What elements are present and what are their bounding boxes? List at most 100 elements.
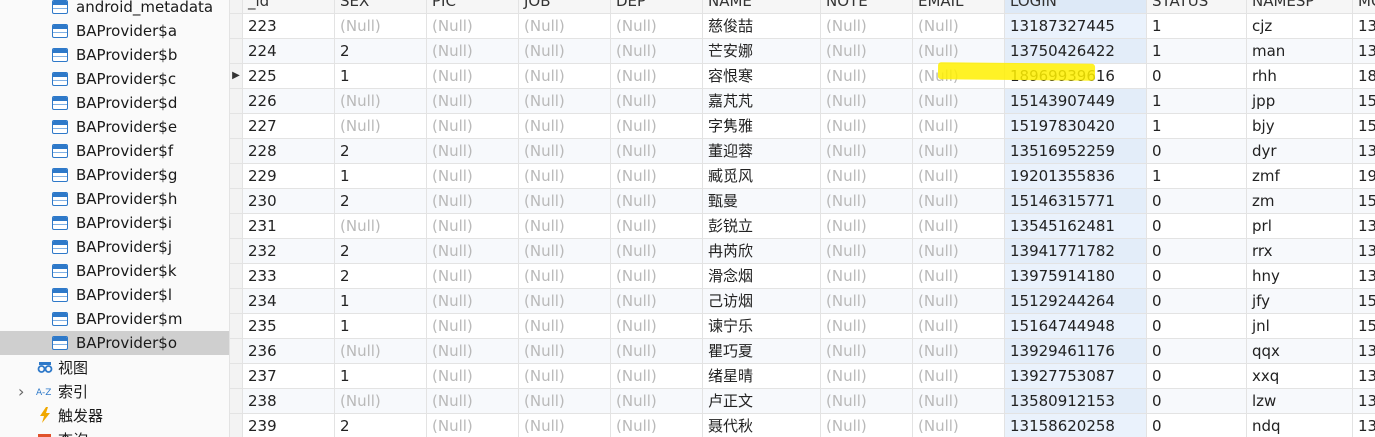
table-cell[interactable]: (Null) (426, 388, 519, 414)
table-cell[interactable]: 甄曼 (702, 188, 821, 214)
table-cell[interactable]: (Null) (426, 138, 519, 164)
table-cell[interactable]: (Null) (518, 338, 611, 364)
table-cell[interactable]: (Null) (610, 113, 703, 139)
table-row[interactable]: 237 1 (Null) (Null) (Null) 绪星晴 (Null) (Null) 139… (229, 363, 1375, 389)
table-cell[interactable]: (Null) (820, 413, 913, 437)
table-cell[interactable]: (Null) (426, 263, 519, 289)
table-cell[interactable]: (Null) (518, 263, 611, 289)
table-cell[interactable]: (Null) (820, 138, 913, 164)
table-cell[interactable]: prl (1246, 213, 1353, 239)
column-header[interactable]: EMAIL (912, 0, 1005, 14)
table-cell[interactable]: (Null) (610, 163, 703, 189)
table-cell[interactable]: (Null) (912, 188, 1005, 214)
table-cell[interactable]: (Null) (820, 38, 913, 64)
table-cell[interactable]: (Null) (610, 263, 703, 289)
table-cell[interactable]: 董迎蓉 (702, 138, 821, 164)
table-cell[interactable]: (Null) (518, 13, 611, 39)
table-cell[interactable]: 15164744948 (1352, 313, 1375, 339)
table-cell[interactable]: 227 (242, 113, 335, 139)
table-cell[interactable]: (Null) (820, 88, 913, 114)
table-cell[interactable]: (Null) (334, 113, 427, 139)
table-cell[interactable]: 13927753087 (1004, 363, 1147, 389)
table-row[interactable]: 236 (Null) (Null) (Null) (Null) 瞿巧夏 (Null) (Nul… (229, 338, 1375, 364)
row-marker[interactable] (229, 263, 243, 289)
table-cell[interactable]: 卢正文 (702, 388, 821, 414)
table-cell[interactable]: (Null) (426, 13, 519, 39)
table-cell[interactable]: 0 (1146, 213, 1247, 239)
table-cell[interactable]: xxq (1246, 363, 1353, 389)
table-cell[interactable]: (Null) (820, 163, 913, 189)
table-cell[interactable]: 13158620258 (1004, 413, 1147, 437)
table-cell[interactable]: bjy (1246, 113, 1353, 139)
table-cell[interactable]: (Null) (820, 63, 913, 89)
table-cell[interactable]: 瞿巧夏 (702, 338, 821, 364)
row-marker[interactable] (229, 113, 243, 139)
table-cell[interactable]: (Null) (912, 363, 1005, 389)
tree-category-query[interactable]: 查询 (0, 427, 229, 437)
table-cell[interactable]: 0 (1146, 138, 1247, 164)
table-cell[interactable]: 0 (1146, 363, 1247, 389)
table-cell[interactable]: 慈俊喆 (702, 13, 821, 39)
table-cell[interactable]: (Null) (912, 313, 1005, 339)
table-cell[interactable]: (Null) (518, 413, 611, 437)
tree-item-table[interactable]: BAProvider$l (0, 283, 229, 307)
table-cell[interactable]: rhh (1246, 63, 1353, 89)
table-cell[interactable]: 237 (242, 363, 335, 389)
table-cell[interactable]: rrx (1246, 238, 1353, 264)
table-cell[interactable]: 13750426422 (1352, 38, 1375, 64)
table-row[interactable]: 230 2 (Null) (Null) (Null) 甄曼 (Null) (Null) 1514… (229, 188, 1375, 214)
table-cell[interactable]: (Null) (426, 113, 519, 139)
table-cell[interactable]: (Null) (426, 238, 519, 264)
table-cell[interactable]: 0 (1146, 338, 1247, 364)
table-cell[interactable]: (Null) (518, 63, 611, 89)
table-cell[interactable]: cjz (1246, 13, 1353, 39)
column-header[interactable]: MOBILE (1352, 0, 1375, 14)
row-marker[interactable] (229, 413, 243, 437)
table-cell[interactable]: (Null) (426, 338, 519, 364)
table-cell[interactable]: 15197830420 (1004, 113, 1147, 139)
table-cell[interactable]: (Null) (912, 238, 1005, 264)
column-header[interactable]: NOTE (820, 0, 913, 14)
tree-category-sort-az[interactable]: › A-Z 索引 (0, 379, 229, 403)
table-row[interactable]: ▶ 225 1 (Null) (Null) (Null) 容恨寒 (Null) (Null) 18… (229, 63, 1375, 89)
table-cell[interactable]: zm (1246, 188, 1353, 214)
table-cell[interactable]: 13975914180 (1352, 263, 1375, 289)
table-cell[interactable]: 13187327445 (1004, 13, 1147, 39)
table-cell[interactable]: 2 (334, 38, 427, 64)
table-cell[interactable]: 13158620258 (1352, 413, 1375, 437)
table-cell[interactable]: 239 (242, 413, 335, 437)
table-cell[interactable]: (Null) (912, 413, 1005, 437)
table-cell[interactable]: (Null) (610, 288, 703, 314)
table-cell[interactable]: 13516952259 (1352, 138, 1375, 164)
column-header[interactable]: SEX (334, 0, 427, 14)
tree-item-table[interactable]: BAProvider$g (0, 163, 229, 187)
table-cell[interactable]: (Null) (334, 338, 427, 364)
table-cell[interactable]: (Null) (610, 138, 703, 164)
table-cell[interactable]: jfy (1246, 288, 1353, 314)
table-cell[interactable]: (Null) (518, 388, 611, 414)
table-cell[interactable]: 13750426422 (1004, 38, 1147, 64)
table-cell[interactable]: (Null) (912, 213, 1005, 239)
table-cell[interactable]: 13929461176 (1352, 338, 1375, 364)
table-cell[interactable]: dyr (1246, 138, 1353, 164)
table-cell[interactable]: 2 (334, 238, 427, 264)
table-cell[interactable]: (Null) (610, 13, 703, 39)
table-cell[interactable]: 滑念烟 (702, 263, 821, 289)
table-cell[interactable]: 225 (242, 63, 335, 89)
table-cell[interactable]: 1 (1146, 13, 1247, 39)
table-row[interactable]: 238 (Null) (Null) (Null) (Null) 卢正文 (Null) (Nul… (229, 388, 1375, 414)
tree-item-table[interactable]: BAProvider$f (0, 139, 229, 163)
table-cell[interactable]: (Null) (610, 338, 703, 364)
table-cell[interactable]: 1 (1146, 163, 1247, 189)
table-cell[interactable]: 13975914180 (1004, 263, 1147, 289)
table-row[interactable]: 235 1 (Null) (Null) (Null) 谏宁乐 (Null) (Null) 151… (229, 313, 1375, 339)
chevron-right-icon[interactable]: › (18, 382, 24, 401)
table-row[interactable]: 234 1 (Null) (Null) (Null) 己访烟 (Null) (Null) 151… (229, 288, 1375, 314)
column-header[interactable]: STATUS (1146, 0, 1247, 14)
table-cell[interactable]: (Null) (426, 313, 519, 339)
table-cell[interactable]: 0 (1146, 188, 1247, 214)
table-cell[interactable]: 15146315771 (1004, 188, 1147, 214)
row-marker-header[interactable] (229, 0, 243, 14)
tree-item-table[interactable]: BAProvider$j (0, 235, 229, 259)
table-row[interactable]: 231 (Null) (Null) (Null) (Null) 彭锐立 (Null) (Nul… (229, 213, 1375, 239)
